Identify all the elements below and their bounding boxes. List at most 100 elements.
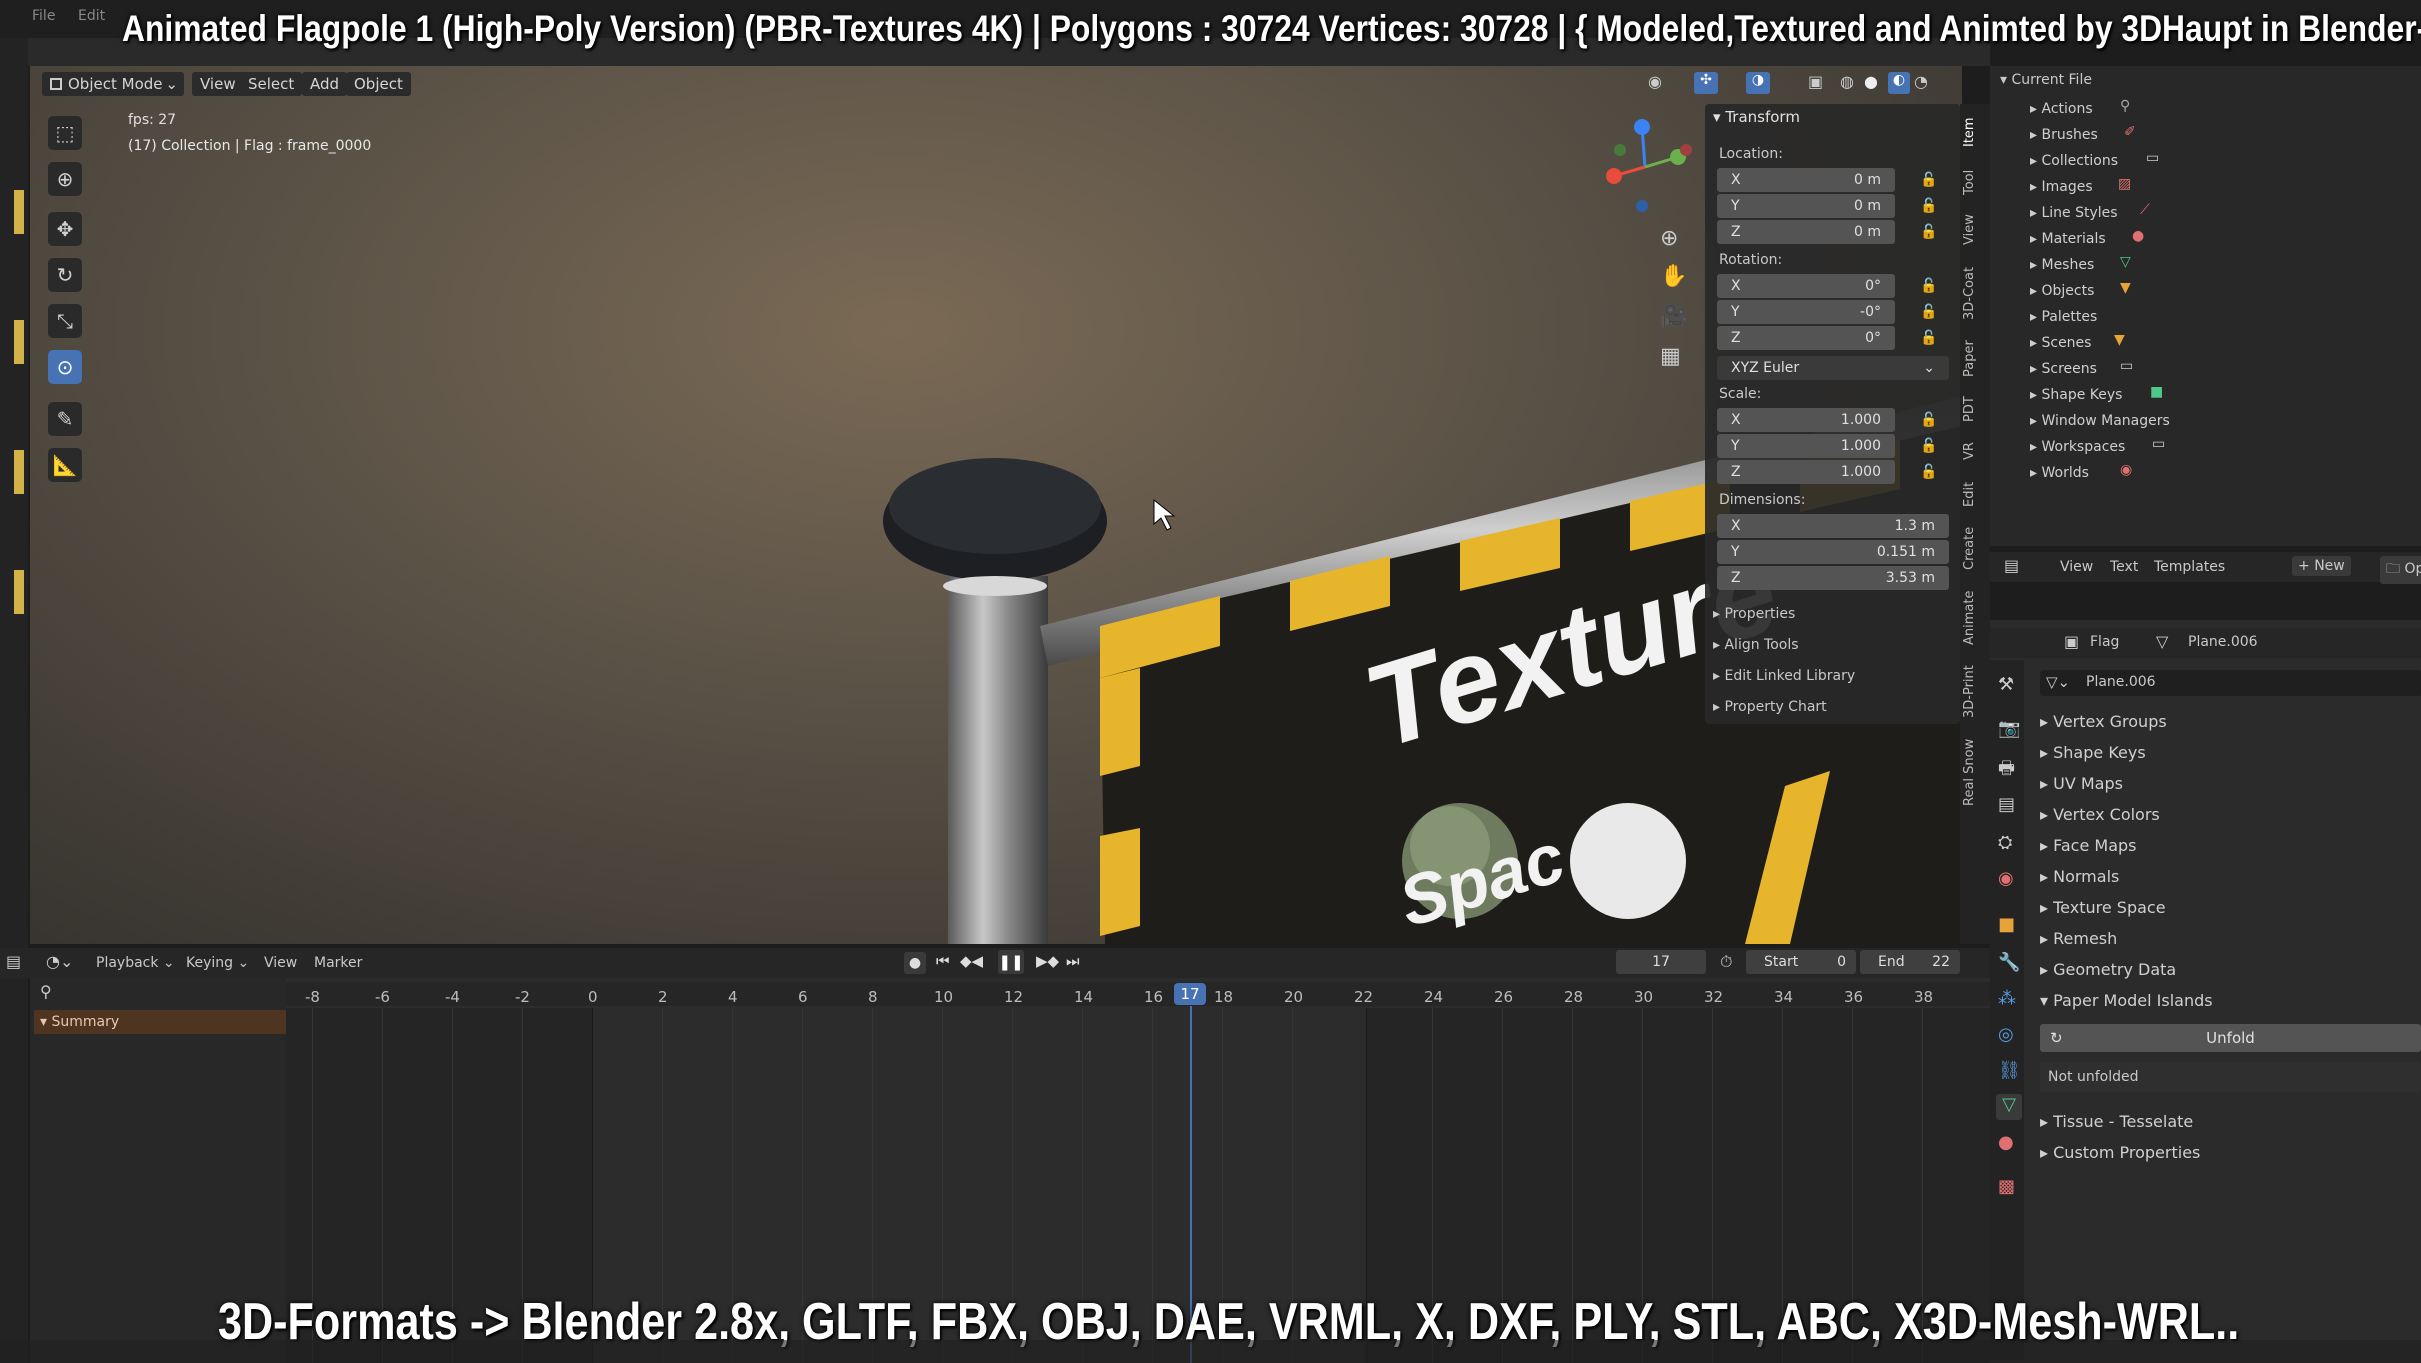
modifier-tab-icon[interactable]: 🔧 — [1998, 952, 2020, 973]
xray-icon[interactable]: ▣ — [1808, 72, 1823, 91]
tab-view[interactable]: View — [1962, 210, 1988, 250]
tool-tab-icon[interactable]: ⚒ — [1998, 674, 2014, 695]
tab-item[interactable]: Item — [1962, 112, 1988, 152]
rotation-y-field[interactable]: Y -0° — [1717, 300, 1895, 324]
menu-file[interactable]: File — [32, 8, 55, 24]
dimensions-z-field[interactable]: Z 3.53 m — [1717, 566, 1949, 590]
section-shape-keys[interactable]: ▸ Shape Keys — [2040, 743, 2146, 762]
transform-icon[interactable]: ⊙ — [48, 350, 82, 384]
panel-align-tools[interactable]: ▸ Align Tools — [1713, 637, 1799, 653]
outliner-item[interactable]: ▸ Window Managers — [2030, 409, 2170, 433]
stopwatch-icon[interactable]: ⏱ — [1720, 952, 1732, 972]
timeline-menu-playback[interactable]: Playback ⌄ — [96, 955, 175, 971]
viewport-menu-object[interactable]: Object — [346, 72, 411, 96]
timeline-menu-keying[interactable]: Keying ⌄ — [186, 955, 249, 971]
move-icon[interactable]: ✥ — [48, 212, 82, 246]
render-tab-icon[interactable]: 📷 — [1998, 718, 2020, 739]
physics-tab-icon[interactable]: ◎ — [1998, 1024, 2014, 1045]
section-vertex-colors[interactable]: ▸ Vertex Colors — [2040, 805, 2160, 824]
timeline-menu-marker[interactable]: Marker — [314, 955, 362, 971]
viewport-menu-view[interactable]: View — [192, 72, 244, 96]
jump-end-icon[interactable]: ⏭ — [1066, 952, 1080, 970]
tab-create[interactable]: Create — [1962, 522, 1988, 574]
view-layer-tab-icon[interactable]: ▤ — [1998, 794, 2015, 815]
navigation-gizmo[interactable] — [1590, 112, 1700, 222]
rotate-icon[interactable]: ↻ — [48, 258, 82, 292]
section-custom-properties[interactable]: ▸ Custom Properties — [2040, 1143, 2200, 1162]
outliner-item[interactable]: ▸ Line Styles — [2030, 201, 2118, 225]
start-frame-field[interactable]: Start 0 — [1746, 950, 1856, 974]
outliner-item[interactable]: ▸ Workspaces — [2030, 435, 2125, 459]
tab-animate[interactable]: Animate — [1962, 586, 1988, 650]
outliner-item[interactable]: ▸ Palettes — [2030, 305, 2097, 329]
transform-header[interactable]: ▾ Transform — [1713, 108, 1800, 126]
open-text-button[interactable]: 🗀 Op — [2380, 556, 2421, 584]
texture-tab-icon[interactable]: ▩ — [1998, 1176, 2015, 1197]
material-tab-icon[interactable]: ● — [1998, 1132, 2014, 1153]
cursor-icon[interactable]: ⊕ — [48, 162, 82, 196]
particles-tab-icon[interactable]: ⁂ — [1998, 988, 2016, 1009]
timeline-menu-view[interactable]: View — [264, 955, 297, 971]
location-z-field[interactable]: Z 0 m — [1717, 220, 1895, 244]
scale-y-field[interactable]: Y 1.000 — [1717, 434, 1895, 458]
lock-icon[interactable]: 🔓 — [1920, 172, 1937, 188]
section-geometry-data[interactable]: ▸ Geometry Data — [2040, 960, 2176, 979]
dimensions-x-field[interactable]: X 1.3 m — [1717, 514, 1949, 538]
current-frame-field[interactable]: 17 — [1616, 950, 1706, 974]
playhead-label[interactable]: 17 — [1174, 983, 1206, 1005]
rotation-x-field[interactable]: X 0° — [1717, 274, 1895, 298]
datablock-selector[interactable]: ▽⌄ Plane.006 — [2040, 670, 2421, 696]
text-editor-menu-templates[interactable]: Templates — [2154, 559, 2225, 575]
section-vertex-groups[interactable]: ▸ Vertex Groups — [2040, 712, 2167, 731]
lock-icon[interactable]: 🔓 — [1920, 330, 1937, 346]
timeline-view-icon[interactable]: ◔⌄ — [46, 952, 73, 971]
tab-edit[interactable]: Edit — [1962, 476, 1988, 512]
measure-icon[interactable]: 📐 — [48, 448, 82, 482]
tab-pdt[interactable]: PDT — [1962, 392, 1988, 426]
constraints-tab-icon[interactable]: ⛓ — [1998, 1060, 2021, 1081]
outliner-item[interactable]: ▸ Actions — [2030, 97, 2093, 121]
search-icon[interactable]: ⚲ — [40, 982, 52, 1001]
record-icon[interactable]: ● — [904, 952, 926, 974]
gizmo-toggle-icon[interactable]: ✣ — [1694, 72, 1718, 94]
unfold-button[interactable]: ↻ Unfold — [2040, 1024, 2421, 1052]
wireframe-shading-icon[interactable]: ◍ — [1840, 72, 1854, 91]
panel-property-chart[interactable]: ▸ Property Chart — [1713, 699, 1827, 715]
menu-edit[interactable]: Edit — [78, 8, 105, 24]
panel-properties[interactable]: ▸ Properties — [1713, 606, 1795, 622]
outliner-item[interactable]: ▸ Objects — [2030, 279, 2094, 303]
outliner-item[interactable]: ▸ Brushes — [2030, 123, 2098, 147]
outliner-item[interactable]: ▸ Materials — [2030, 227, 2106, 251]
output-tab-icon[interactable]: 🖶 — [1998, 756, 2015, 786]
pause-icon[interactable]: ❚❚ — [998, 950, 1024, 974]
rotation-z-field[interactable]: Z 0° — [1717, 326, 1895, 350]
new-text-button[interactable]: + New — [2292, 556, 2351, 576]
text-editor-menu-text[interactable]: Text — [2110, 559, 2138, 575]
outliner-root[interactable]: ▾ Current File — [2000, 72, 2092, 88]
lock-icon[interactable]: 🔓 — [1920, 198, 1937, 214]
outliner-item[interactable]: ▸ Images — [2030, 175, 2093, 199]
grid-toggle-icon[interactable]: ▦ — [1660, 344, 1681, 369]
dimensions-y-field[interactable]: Y 0.151 m — [1717, 540, 1949, 564]
jump-start-icon[interactable]: ⏮ — [936, 952, 950, 970]
location-x-field[interactable]: X 0 m — [1717, 168, 1895, 192]
editor-type-icon[interactable]: ▤ — [6, 952, 21, 971]
next-keyframe-icon[interactable]: ▶◆ — [1036, 952, 1059, 970]
text-editor-menu-view[interactable]: View — [2060, 559, 2093, 575]
outliner-item[interactable]: ▸ Meshes — [2030, 253, 2094, 277]
outliner-item[interactable]: ▸ Scenes — [2030, 331, 2091, 355]
viewport-menu-select[interactable]: Select — [240, 72, 303, 96]
material-shading-icon[interactable]: ◐ — [1888, 72, 1910, 94]
object-tab-icon[interactable]: ■ — [1998, 914, 2015, 935]
editor-type-icon[interactable]: ▤ — [2004, 556, 2019, 575]
mesh-data-tab-icon[interactable]: ▽ — [1996, 1094, 2022, 1120]
scale-z-field[interactable]: Z 1.000 — [1717, 460, 1895, 484]
section-face-maps[interactable]: ▸ Face Maps — [2040, 836, 2137, 855]
section-remesh[interactable]: ▸ Remesh — [2040, 929, 2117, 948]
lock-icon[interactable]: 🔓 — [1920, 438, 1937, 454]
world-tab-icon[interactable]: ◉ — [1998, 868, 2014, 889]
panel-edit-linked-library[interactable]: ▸ Edit Linked Library — [1713, 668, 1855, 684]
section-paper-model-islands[interactable]: ▾ Paper Model Islands — [2040, 991, 2213, 1010]
visibility-icon[interactable]: ◉ — [1648, 72, 1662, 91]
tab-3dcoat[interactable]: 3D-Coat — [1962, 262, 1988, 324]
